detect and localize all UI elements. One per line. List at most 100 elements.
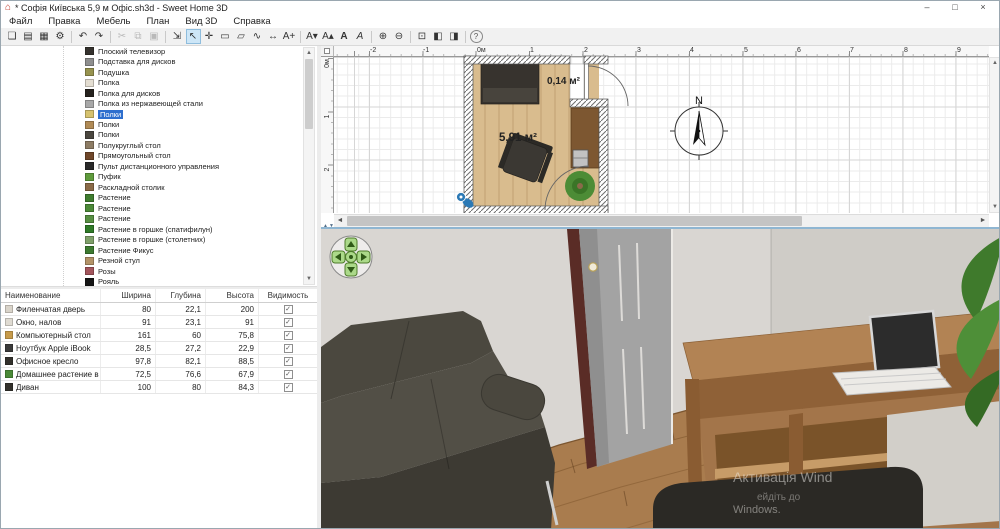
visibility-checkbox[interactable]: ✓: [284, 370, 293, 379]
catalog-item[interactable]: Полки: [1, 130, 317, 140]
zoom-in-button[interactable]: ⊕: [376, 29, 391, 44]
col-header-visibility[interactable]: Видимость: [259, 289, 317, 302]
catalog-scrollbar[interactable]: ▲ ▼: [303, 47, 315, 285]
sofa-icon: [5, 383, 13, 391]
visibility-checkbox[interactable]: ✓: [284, 331, 293, 340]
zoom-out-button[interactable]: ⊖: [392, 29, 407, 44]
plan-laptop[interactable]: [573, 150, 588, 167]
menu-edit[interactable]: Правка: [40, 15, 88, 28]
table-row[interactable]: Филенчатая дверь 80 22,1 200 ✓: [1, 303, 317, 316]
catalog-item[interactable]: Растение: [1, 193, 317, 203]
visibility-checkbox[interactable]: ✓: [284, 318, 293, 327]
paste-button[interactable]: ▣: [147, 29, 162, 44]
scroll-right-icon[interactable]: ►: [977, 215, 989, 227]
plan-compass[interactable]: N: [670, 95, 728, 160]
create-photo-button[interactable]: ◧: [431, 29, 446, 44]
catalog-item[interactable]: Полукруглый стол: [1, 140, 317, 150]
col-header-height[interactable]: Высота: [206, 289, 259, 302]
bold-button[interactable]: A: [337, 29, 352, 44]
plan-horizontal-scrollbar[interactable]: ◄ ►: [334, 214, 989, 227]
catalog-item[interactable]: Плоский телевизор: [1, 46, 317, 56]
cut-button[interactable]: ✂: [115, 29, 130, 44]
menu-file[interactable]: Файл: [1, 15, 40, 28]
add-text-tool[interactable]: A+: [282, 29, 297, 44]
catalog-item[interactable]: Растение: [1, 203, 317, 213]
create-walls-tool[interactable]: ▭: [218, 29, 233, 44]
table-row[interactable]: Диван 100 80 84,3 ✓: [1, 381, 317, 394]
catalog-item[interactable]: Полки: [1, 119, 317, 129]
catalog-item[interactable]: Растение в горшке (спатифилун): [1, 224, 317, 234]
copy-button[interactable]: ⧉: [131, 29, 146, 44]
catalog-item[interactable]: Растение: [1, 214, 317, 224]
create-rooms-tool[interactable]: ▱: [234, 29, 249, 44]
plan-vertical-scrollbar[interactable]: ▲ ▼: [989, 57, 1000, 213]
plan-view[interactable]: -2 -1 0м 1 2 3 4 5 6 7 8 9 0м 1 2: [321, 46, 1000, 227]
select-tool[interactable]: ↖: [186, 29, 201, 44]
add-furniture-button[interactable]: ⇲: [170, 29, 185, 44]
catalog-item-selected[interactable]: Полки: [1, 109, 317, 119]
table-row[interactable]: Ноутбук Apple iBook 28,5 27,2 22,9 ✓: [1, 342, 317, 355]
visibility-checkbox[interactable]: ✓: [284, 357, 293, 366]
plan-plant[interactable]: [565, 171, 595, 201]
close-button[interactable]: ×: [969, 1, 997, 15]
create-polylines-tool[interactable]: ∿: [250, 29, 265, 44]
italic-button[interactable]: A: [353, 29, 368, 44]
menu-furniture[interactable]: Мебель: [88, 15, 138, 28]
catalog-item[interactable]: Розы: [1, 266, 317, 276]
scroll-left-icon[interactable]: ◄: [334, 215, 346, 227]
navigation-widget-3d[interactable]: [330, 236, 372, 278]
table-row[interactable]: Окно, налов 91 23,1 91 ✓: [1, 316, 317, 329]
undo-button[interactable]: ↶: [76, 29, 91, 44]
plan-hscroll-thumb[interactable]: [347, 216, 802, 226]
catalog-item[interactable]: Полка для дисков: [1, 88, 317, 98]
table-row[interactable]: Компьютерный стол 161 60 75,8 ✓: [1, 329, 317, 342]
scroll-down-icon[interactable]: ▼: [304, 274, 314, 284]
catalog-item[interactable]: Подставка для дисков: [1, 56, 317, 66]
catalog-item[interactable]: Подушка: [1, 67, 317, 77]
catalog-item[interactable]: Резной стул: [1, 255, 317, 265]
plan-tv-stand[interactable]: [481, 64, 539, 104]
pan-tool[interactable]: ✛: [202, 29, 217, 44]
increase-text-size-button[interactable]: A▴: [321, 29, 336, 44]
catalog-item[interactable]: Растение Фикус: [1, 245, 317, 255]
cell-name: Диван: [16, 381, 39, 393]
table-row[interactable]: Домашнее растение в г... 72,5 76,6 67,9 …: [1, 368, 317, 381]
menu-help[interactable]: Справка: [225, 15, 278, 28]
virtual-visit-button[interactable]: ⊡: [415, 29, 430, 44]
table-row[interactable]: Офисное кресло 97,8 82,1 88,5 ✓: [1, 355, 317, 368]
col-header-width[interactable]: Ширина: [101, 289, 156, 302]
save-button[interactable]: ▦: [37, 29, 52, 44]
col-header-depth[interactable]: Глубина: [156, 289, 206, 302]
catalog-item[interactable]: Пульт дистанционного управления: [1, 161, 317, 171]
redo-button[interactable]: ↷: [92, 29, 107, 44]
scroll-down-icon[interactable]: ▼: [990, 202, 1000, 212]
preferences-button[interactable]: ⚙: [53, 29, 68, 44]
catalog-item[interactable]: Прямоугольный стол: [1, 151, 317, 161]
create-dimensions-tool[interactable]: ↔: [266, 29, 281, 44]
menu-plan[interactable]: План: [138, 15, 177, 28]
visibility-checkbox[interactable]: ✓: [284, 305, 293, 314]
help-button[interactable]: ?: [470, 30, 483, 43]
view-3d[interactable]: Активація Wind ейдіть до Windows.: [321, 227, 1000, 529]
create-video-button[interactable]: ◨: [447, 29, 462, 44]
open-button[interactable]: ▤: [21, 29, 36, 44]
plan-3d-splitter-arrows[interactable]: ▲▼: [323, 223, 335, 229]
catalog-scrollbar-thumb[interactable]: [305, 59, 313, 129]
menu-view3d[interactable]: Вид 3D: [177, 15, 225, 28]
col-header-name[interactable]: Наименование: [1, 289, 101, 302]
catalog-item[interactable]: Раскладной столик: [1, 182, 317, 192]
catalog-item[interactable]: Пуфик: [1, 172, 317, 182]
decrease-text-size-button[interactable]: A▾: [305, 29, 320, 44]
catalog-item[interactable]: Полка: [1, 77, 317, 87]
catalog-item[interactable]: Растение в горшке (столетних): [1, 234, 317, 244]
visibility-checkbox[interactable]: ✓: [284, 344, 293, 353]
minimize-button[interactable]: –: [913, 1, 941, 15]
scroll-up-icon[interactable]: ▲: [990, 58, 1000, 68]
catalog-item[interactable]: Полка из нержавеющей стали: [1, 98, 317, 108]
scroll-up-icon[interactable]: ▲: [304, 48, 314, 58]
new-plan-button[interactable]: ❏: [5, 29, 20, 44]
visibility-checkbox[interactable]: ✓: [284, 383, 293, 392]
maximize-button[interactable]: □: [941, 1, 969, 15]
catalog-item[interactable]: Рояль: [1, 276, 317, 286]
cell-name: Ноутбук Apple iBook: [16, 342, 91, 354]
